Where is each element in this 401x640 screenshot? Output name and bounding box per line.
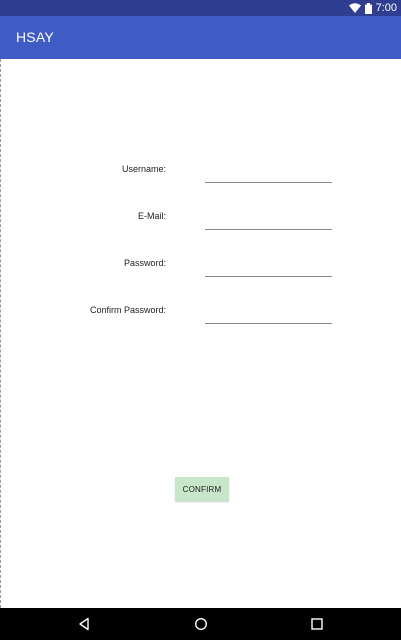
status-bar: 7:00 [0, 0, 401, 16]
confirm-password-row: Confirm Password: [1, 303, 401, 325]
confirm-password-input[interactable] [205, 303, 332, 324]
status-time: 7:00 [375, 2, 397, 14]
username-label: Username: [121, 164, 166, 174]
confirm-password-label: Confirm Password: [89, 305, 166, 315]
status-icons: 7:00 [348, 0, 397, 16]
app-title: HSAY [16, 29, 54, 45]
app-bar: HSAY [0, 16, 401, 59]
back-button[interactable] [74, 614, 94, 634]
username-row: Username: [1, 162, 401, 184]
home-icon [194, 617, 208, 631]
wifi-icon [348, 3, 361, 13]
registration-form: Username: E-Mail: Password: Confirm Pass… [0, 59, 401, 608]
navigation-bar [0, 608, 401, 640]
email-label: E-Mail: [137, 211, 166, 221]
email-input[interactable] [205, 209, 332, 230]
email-row: E-Mail: [1, 209, 401, 231]
home-button[interactable] [191, 614, 211, 634]
password-row: Password: [1, 256, 401, 278]
confirm-button[interactable]: CONFIRM [175, 477, 229, 501]
password-label: Password: [123, 258, 166, 268]
recents-icon [311, 618, 323, 630]
back-icon [79, 617, 89, 631]
password-input[interactable] [205, 256, 332, 277]
username-input[interactable] [205, 162, 332, 183]
battery-icon [364, 2, 372, 14]
recents-button[interactable] [307, 614, 327, 634]
